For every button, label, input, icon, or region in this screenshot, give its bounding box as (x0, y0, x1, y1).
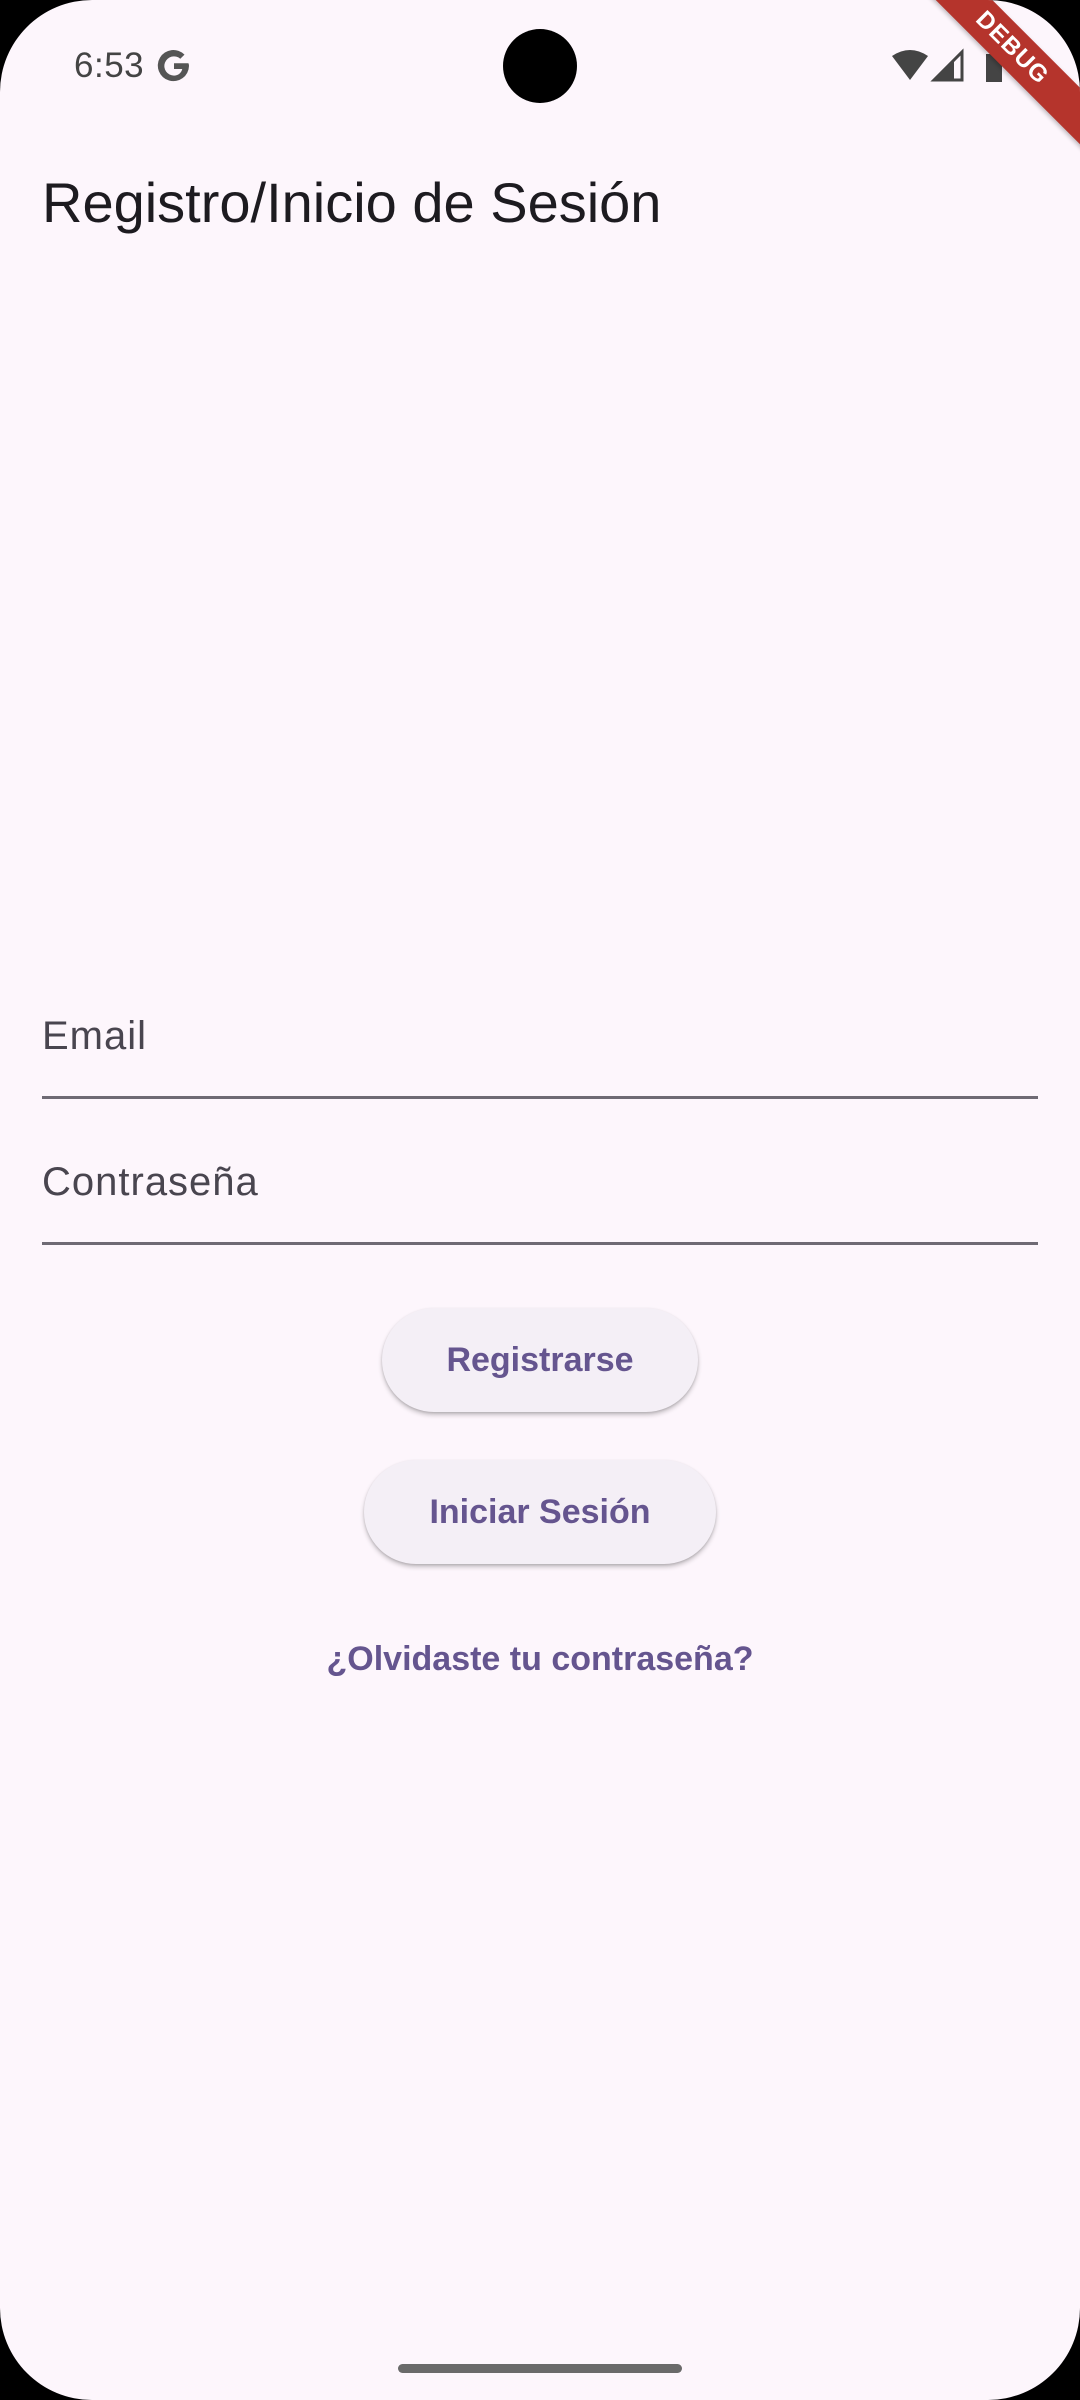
password-field-container (42, 1122, 1038, 1245)
register-button[interactable]: Registrarse (382, 1308, 698, 1412)
forgot-password-link[interactable]: ¿Olvidaste tu contraseña? (0, 1640, 1080, 1679)
app-screen: 6:53 DEBUG Registro/Inicio de Sesión Reg… (0, 0, 1080, 2400)
google-g-icon (157, 49, 189, 82)
wifi-icon (892, 50, 928, 80)
page-title: Registro/Inicio de Sesión (42, 171, 662, 234)
camera-cutout (503, 29, 577, 103)
login-button[interactable]: Iniciar Sesión (364, 1460, 716, 1564)
email-field[interactable] (42, 976, 1038, 1096)
status-time: 6:53 (74, 46, 145, 85)
signal-icon (930, 48, 964, 82)
email-field-container (42, 976, 1038, 1099)
home-indicator[interactable] (398, 2364, 682, 2373)
password-field[interactable] (42, 1122, 1038, 1242)
